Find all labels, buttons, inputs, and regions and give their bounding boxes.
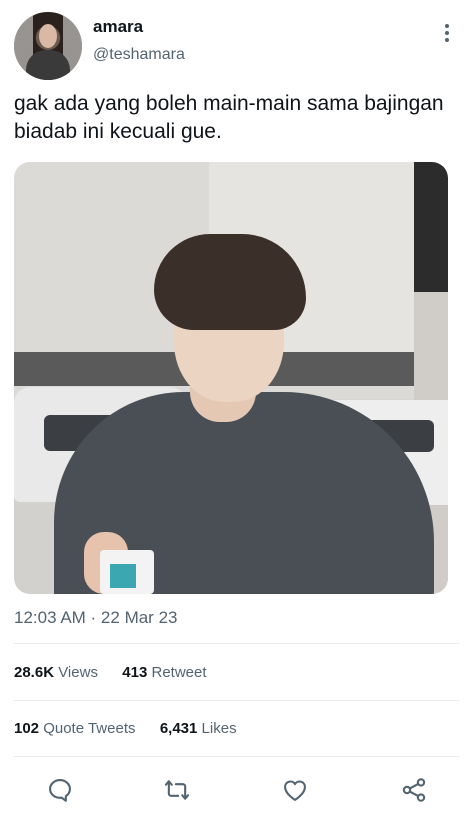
action-bar [0, 770, 474, 810]
quotes-count: 102 [14, 720, 40, 737]
stats-row-quotes-likes: 102 Quote Tweets 6,431 Likes [14, 720, 237, 737]
stats-row-views-retweets: 28.6K Views 413 Retweet [14, 664, 207, 681]
display-name[interactable]: amara [93, 17, 143, 37]
quotes-label: Quote Tweets [43, 720, 136, 737]
views-stat: 28.6K Views [14, 664, 98, 681]
retweets-stat[interactable]: 413 Retweet [122, 664, 206, 681]
avatar[interactable] [14, 12, 82, 80]
divider [14, 756, 460, 757]
tweet-timestamp[interactable]: 12:03 AM · 22 Mar 23 [14, 608, 177, 628]
divider [14, 700, 460, 701]
retweets-count: 413 [122, 664, 148, 681]
views-count: 28.6K [14, 664, 55, 681]
share-icon [402, 778, 426, 802]
likes-stat[interactable]: 6,431 Likes [160, 720, 237, 737]
heart-icon [284, 780, 306, 801]
likes-label: Likes [201, 720, 237, 737]
retweet-icon [164, 780, 190, 800]
user-handle[interactable]: @teshamara [93, 46, 185, 64]
tweet-photo[interactable] [14, 162, 448, 594]
tweet-header: amara @teshamara [14, 12, 460, 82]
quotes-stat[interactable]: 102 Quote Tweets [14, 720, 135, 737]
tweet-text: gak ada yang boleh main-main sama bajing… [14, 92, 444, 143]
retweets-label: Retweet [151, 664, 207, 681]
share-button[interactable] [398, 774, 430, 806]
reply-icon [49, 779, 71, 802]
more-vertical-icon[interactable] [440, 24, 454, 44]
divider [14, 643, 460, 644]
views-label: Views [58, 664, 98, 681]
retweet-button[interactable] [161, 774, 193, 806]
like-button[interactable] [279, 774, 311, 806]
reply-button[interactable] [44, 774, 76, 806]
likes-count: 6,431 [159, 720, 198, 737]
